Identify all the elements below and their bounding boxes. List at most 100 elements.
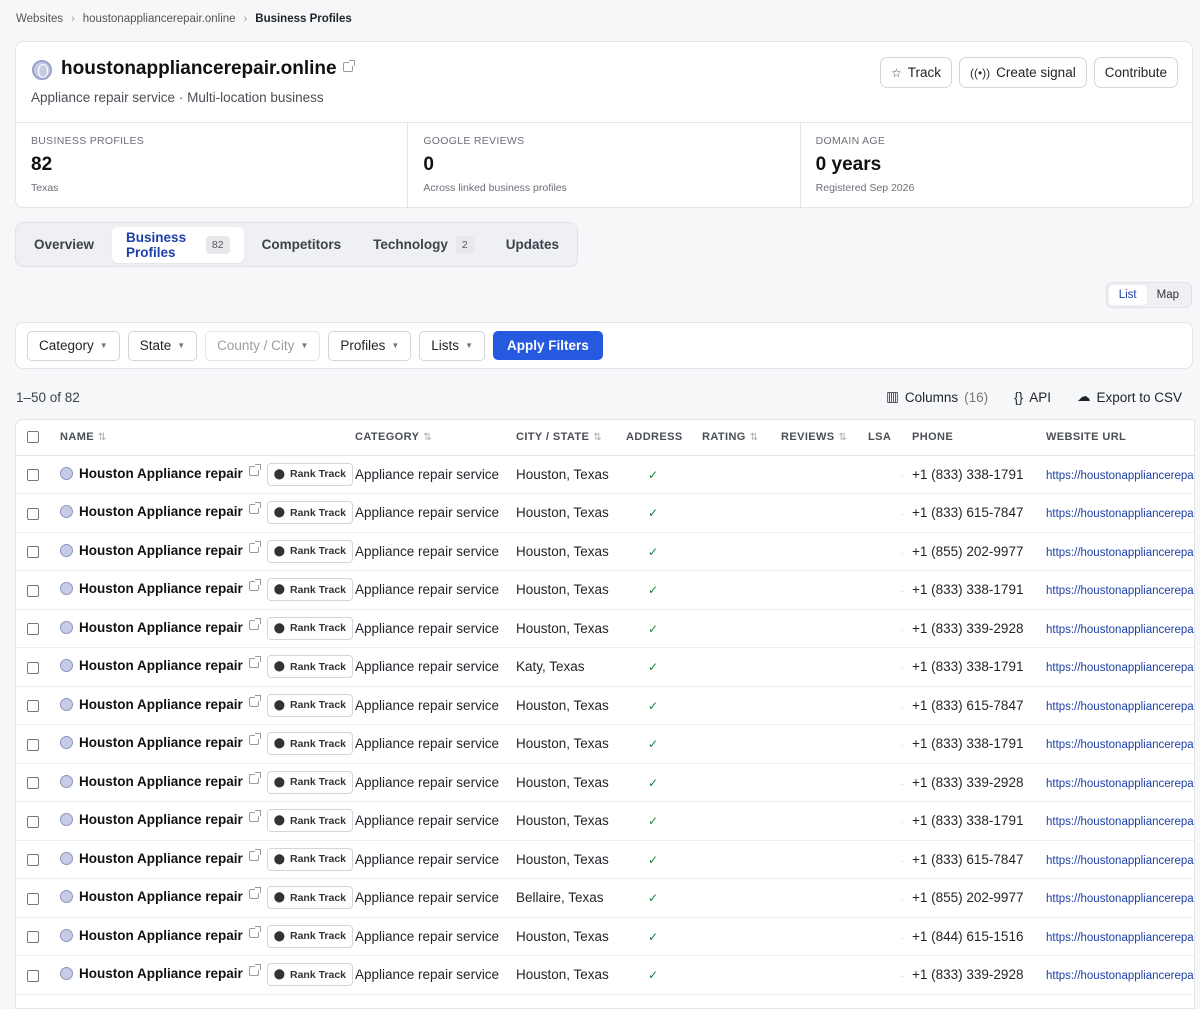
external-link-icon[interactable] — [248, 925, 261, 938]
map-view-button[interactable]: Map — [1147, 285, 1189, 305]
external-link-icon[interactable] — [248, 733, 261, 746]
row-checkbox[interactable] — [27, 700, 39, 713]
export-csv-button[interactable]: ☁ Export to CSV — [1077, 389, 1182, 405]
website-link[interactable]: https://houstonappliancerepair.online — [1046, 778, 1194, 790]
table-row[interactable]: Houston Appliance repair ⬤ Rank Track Appli… — [16, 878, 1194, 918]
rank-track-button[interactable]: ⬤ Rank Track — [266, 924, 354, 948]
header-city-state[interactable]: CITY / STATE ⇅ — [516, 420, 626, 456]
profiles-filter[interactable]: Profiles ▼ — [328, 330, 412, 361]
tab-business-profiles[interactable]: Business Profiles 82 — [112, 226, 244, 263]
website-link[interactable]: https://houstonappliancerepair.online — [1046, 701, 1194, 713]
rank-track-button[interactable]: ⬤ Rank Track — [266, 693, 354, 717]
external-link-icon[interactable] — [248, 540, 261, 553]
business-name-link[interactable]: Houston Appliance repair — [79, 735, 243, 750]
row-checkbox[interactable] — [27, 469, 39, 482]
row-checkbox[interactable] — [27, 507, 39, 520]
row-checkbox[interactable] — [27, 661, 39, 674]
website-link[interactable]: https://houstonappliancerepair.online — [1046, 470, 1194, 482]
external-link-icon[interactable] — [248, 848, 261, 861]
row-checkbox[interactable] — [27, 623, 39, 636]
tab-overview[interactable]: Overview — [20, 227, 108, 263]
website-link[interactable]: https://houstonappliancerepair.online — [1046, 662, 1194, 674]
business-name-link[interactable]: Houston Appliance repair — [79, 851, 243, 866]
breadcrumb-websites[interactable]: Websites — [16, 13, 63, 25]
rank-track-button[interactable]: ⬤ Rank Track — [266, 578, 354, 602]
header-name[interactable]: NAME ⇅ — [60, 420, 355, 456]
external-link-icon[interactable] — [248, 771, 261, 784]
rank-track-button[interactable]: ⬤ Rank Track — [266, 886, 354, 910]
rank-track-button[interactable]: ⬤ Rank Track — [266, 963, 354, 987]
select-all-checkbox[interactable] — [27, 431, 39, 444]
website-link[interactable]: https://houstonappliancerepair.online — [1046, 624, 1194, 636]
external-link-icon[interactable] — [248, 810, 261, 823]
table-row[interactable]: Houston Appliance repair ⬤ Rank Track Appli… — [16, 686, 1194, 725]
business-name-link[interactable]: Houston Appliance repair — [79, 697, 243, 712]
external-link-icon[interactable] — [248, 617, 261, 630]
business-name-link[interactable]: Houston Appliance repair — [79, 466, 243, 481]
breadcrumb-domain[interactable]: houstonappliancerepair.online — [83, 13, 236, 25]
business-name-link[interactable]: Houston Appliance repair — [79, 774, 243, 789]
website-link[interactable]: https://houstonappliancerepair.online — [1046, 816, 1194, 828]
business-name-link[interactable]: Houston Appliance repair — [79, 812, 243, 827]
table-row[interactable]: Houston Appliance repair ⬤ Rank Track Appli… — [16, 917, 1194, 956]
rank-track-button[interactable]: ⬤ Rank Track — [266, 655, 354, 679]
table-row[interactable]: Houston Appliance repair ⬤ Rank Track Appli… — [16, 840, 1194, 879]
list-view-button[interactable]: List — [1108, 285, 1147, 305]
contribute-button[interactable]: Contribute — [1093, 57, 1178, 88]
website-link[interactable]: https://houstonappliancerepair.online — [1046, 547, 1194, 559]
header-rating[interactable]: RATING ⇅ — [702, 420, 781, 456]
rank-track-button[interactable]: ⬤ Rank Track — [266, 732, 354, 756]
business-name-link[interactable]: Houston Appliance repair — [79, 928, 243, 943]
table-row[interactable]: Houston Appliance repair ⬤ Rank Track Appli… — [16, 570, 1194, 610]
external-link-icon[interactable] — [248, 463, 261, 476]
business-name-link[interactable]: Houston Appliance repair — [79, 620, 243, 635]
state-filter[interactable]: State ▼ — [127, 330, 198, 361]
table-row[interactable]: Houston Appliance repair ⬤ Rank Track Appli… — [16, 455, 1194, 494]
row-checkbox[interactable] — [27, 854, 39, 867]
website-link[interactable]: https://houstonappliancerepair.online — [1046, 508, 1194, 520]
table-row[interactable]: Houston Appliance repair ⬤ Rank Track Appli… — [16, 801, 1194, 841]
external-link-icon[interactable] — [248, 656, 261, 669]
row-checkbox[interactable] — [27, 815, 39, 828]
tab-updates[interactable]: Updates — [492, 227, 573, 263]
row-checkbox[interactable] — [27, 777, 39, 790]
business-name-link[interactable]: Houston Appliance repair — [79, 889, 243, 904]
external-link-icon[interactable] — [248, 502, 261, 515]
rank-track-button[interactable]: ⬤ Rank Track — [266, 770, 354, 794]
table-row[interactable]: Houston Appliance repair ⬤ Rank Track Appli… — [16, 724, 1194, 764]
create-signal-button[interactable]: ((•)) Create signal — [958, 57, 1087, 88]
website-link[interactable]: https://houstonappliancerepair.online — [1046, 739, 1194, 751]
website-link[interactable]: https://houstonappliancerepair.online — [1046, 932, 1194, 944]
business-name-link[interactable]: Houston Appliance repair — [79, 504, 243, 519]
tab-technology[interactable]: Technology 2 — [359, 227, 488, 263]
rank-track-button[interactable]: ⬤ Rank Track — [266, 847, 354, 871]
row-checkbox[interactable] — [27, 892, 39, 905]
website-link[interactable]: https://houstonappliancerepair.online — [1046, 893, 1194, 905]
website-link[interactable]: https://houstonappliancerepair.online — [1046, 855, 1194, 867]
table-row[interactable]: Houston Appliance repair ⬤ Rank Track Appli… — [16, 763, 1194, 802]
external-link-icon[interactable] — [342, 60, 355, 72]
business-name-link[interactable]: Houston Appliance repair — [79, 543, 243, 558]
website-link[interactable]: https://houstonappliancerepair.online — [1046, 970, 1194, 982]
category-filter[interactable]: Category ▼ — [27, 330, 120, 361]
track-button[interactable]: ☆ Track — [879, 57, 952, 88]
business-name-link[interactable]: Houston Appliance repair — [79, 966, 243, 981]
apply-filters-button[interactable]: Apply Filters — [492, 331, 603, 360]
business-name-link[interactable]: Houston Appliance repair — [79, 658, 243, 673]
row-checkbox[interactable] — [27, 546, 39, 559]
tab-competitors[interactable]: Competitors — [248, 227, 356, 263]
rank-track-button[interactable]: ⬤ Rank Track — [266, 539, 354, 563]
rank-track-button[interactable]: ⬤ Rank Track — [266, 501, 354, 525]
county-city-filter[interactable]: County / City ▼ — [205, 330, 321, 361]
row-checkbox[interactable] — [27, 931, 39, 944]
business-name-link[interactable]: Houston Appliance repair — [79, 581, 243, 596]
table-row[interactable]: Houston Appliance repair ⬤ Rank Track Appli… — [16, 955, 1194, 995]
external-link-icon[interactable] — [248, 887, 261, 900]
table-row[interactable]: Houston Appliance repair ⬤ Rank Track Appli… — [16, 532, 1194, 571]
rank-track-button[interactable]: ⬤ Rank Track — [266, 462, 354, 486]
external-link-icon[interactable] — [248, 579, 261, 592]
lists-filter[interactable]: Lists ▼ — [419, 330, 485, 361]
external-link-icon[interactable] — [248, 964, 261, 977]
row-checkbox[interactable] — [27, 969, 39, 982]
rank-track-button[interactable]: ⬤ Rank Track — [266, 809, 354, 833]
